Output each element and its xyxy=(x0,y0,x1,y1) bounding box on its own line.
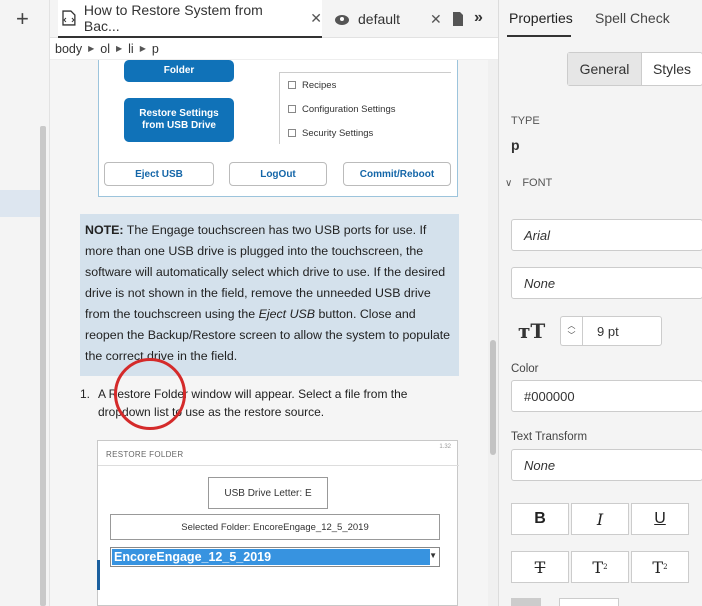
font-family-field[interactable]: Arial xyxy=(511,219,702,251)
embedded-screenshot-restore-folder[interactable]: RESTORE FOLDER 1.32 USB Drive Letter: E … xyxy=(97,440,459,606)
version-label: 1.32 xyxy=(439,444,451,450)
editor-canvas[interactable]: Folder Restore Settings from USB Drive R… xyxy=(50,60,488,606)
left-rail: + xyxy=(0,0,50,606)
color-field[interactable]: #000000 xyxy=(511,380,702,412)
chevron-down-icon[interactable]: ﹀ xyxy=(568,331,576,341)
checkbox-label: Recipes xyxy=(302,79,337,91)
tab-spell-check[interactable]: Spell Check xyxy=(595,10,670,26)
subscript-mark: 2 xyxy=(663,563,668,571)
note-label: NOTE: xyxy=(85,223,124,237)
breadcrumb-item[interactable]: body xyxy=(55,42,82,56)
properties-panel: Properties Spell Check General Styles TY… xyxy=(498,0,702,606)
chevron-up-icon[interactable]: ︿ xyxy=(568,321,576,331)
commit-reboot-button-image: Commit/Reboot xyxy=(343,162,451,186)
font-size-icon: ᴛT xyxy=(518,319,546,343)
checkbox-icon xyxy=(288,105,296,113)
segment-styles[interactable]: Styles xyxy=(642,53,702,85)
document-icon[interactable] xyxy=(452,11,464,27)
breadcrumb-item[interactable]: li xyxy=(128,42,134,56)
superscript-mark: 2 xyxy=(603,563,608,571)
checkbox-group-image: Recipes Configuration Settings Security … xyxy=(279,72,451,144)
underline-button[interactable]: U xyxy=(631,503,689,535)
segment-general[interactable]: General xyxy=(568,53,642,85)
cut-off-control[interactable] xyxy=(511,598,541,606)
checkbox-item: Recipes xyxy=(280,73,451,97)
gear-cube-icon xyxy=(335,15,349,25)
checkbox-label: Security Settings xyxy=(302,127,374,139)
logout-button-image: LogOut xyxy=(229,162,327,186)
tab-document[interactable]: How to Restore System from Bac... ✕ xyxy=(58,0,322,38)
tab-bar: How to Restore System from Bac... ✕ defa… xyxy=(50,0,498,38)
breadcrumb-item[interactable]: ol xyxy=(100,42,110,56)
tab-label: default xyxy=(358,11,401,27)
chevron-double-right-icon[interactable]: » xyxy=(474,9,483,27)
embedded-screenshot-backup[interactable]: Folder Restore Settings from USB Drive R… xyxy=(98,60,458,197)
restore-settings-button-image: Restore Settings from USB Drive xyxy=(124,98,234,142)
breadcrumb-item[interactable]: p xyxy=(152,42,159,56)
checkbox-icon xyxy=(288,81,296,89)
tab-default[interactable]: default ✕ xyxy=(334,0,444,38)
checkbox-item: Security Settings xyxy=(280,121,451,145)
text-transform-label: Text Transform xyxy=(511,431,588,443)
blue-edge-bar xyxy=(97,560,100,590)
chevron-down-icon: ▼ xyxy=(429,551,437,560)
cut-off-field[interactable] xyxy=(559,598,619,606)
superscript-glyph: T xyxy=(592,557,604,577)
note-italic: Eject USB xyxy=(258,307,316,321)
checkbox-icon xyxy=(288,129,296,137)
caret-right-icon: ▶ xyxy=(88,44,95,53)
type-label: TYPE xyxy=(511,115,540,127)
caret-right-icon: ▶ xyxy=(139,44,146,53)
usb-drive-letter-image: USB Drive Letter: E xyxy=(208,477,328,509)
annotation-circle xyxy=(114,358,186,430)
scrollbar-thumb[interactable] xyxy=(490,340,496,455)
dropdown-value: EncoreEngage_12_5_2019 xyxy=(112,549,430,565)
color-label: Color xyxy=(511,363,539,375)
dialog-title-image: RESTORE FOLDER xyxy=(106,450,184,459)
rail-selected-item[interactable] xyxy=(0,190,40,217)
font-style-field[interactable]: None xyxy=(511,267,702,299)
folder-dropdown-image: EncoreEngage_12_5_2019 ▼ xyxy=(110,547,440,567)
general-styles-toggle: General Styles xyxy=(567,52,702,86)
tab-properties[interactable]: Properties xyxy=(509,10,573,26)
bold-button[interactable]: B xyxy=(511,503,569,535)
checkbox-label: Configuration Settings xyxy=(302,103,396,115)
font-section-header[interactable]: ∨ FONT xyxy=(505,177,552,189)
editor-scrollbar[interactable] xyxy=(488,60,498,606)
breadcrumb: body ▶ ol ▶ li ▶ p xyxy=(50,38,498,60)
subscript-glyph: T xyxy=(652,557,664,577)
caret-right-icon: ▶ xyxy=(116,44,123,53)
type-value: p xyxy=(511,137,520,153)
note-paragraph[interactable]: NOTE: The Engage touchscreen has two USB… xyxy=(80,214,459,376)
superscript-button[interactable]: T2 xyxy=(571,551,629,583)
active-tab-indicator xyxy=(507,35,571,37)
text-transform-field[interactable]: None xyxy=(511,449,702,481)
document-icon xyxy=(62,10,76,26)
italic-button[interactable]: I xyxy=(571,503,629,535)
tab-label: How to Restore System from Bac... xyxy=(83,2,263,34)
chevron-down-icon: ∨ xyxy=(505,177,513,189)
eject-usb-button-image: Eject USB xyxy=(104,162,214,186)
panel-tabs: Properties Spell Check xyxy=(499,0,702,38)
app-root: + How to Restore System from Bac... ✕ de… xyxy=(0,0,702,606)
font-size-stepper[interactable]: ︿ ﹀ xyxy=(560,316,582,346)
checkbox-item: Configuration Settings xyxy=(280,97,451,121)
plus-icon[interactable]: + xyxy=(16,8,29,30)
strikethrough-button[interactable]: T xyxy=(511,551,569,583)
list-number: 1. xyxy=(80,387,91,401)
subscript-button[interactable]: T2 xyxy=(631,551,689,583)
close-icon[interactable]: ✕ xyxy=(310,10,322,27)
font-section-label: FONT xyxy=(522,177,553,189)
rail-scrollbar[interactable] xyxy=(40,126,46,606)
font-size-input[interactable]: 9 pt xyxy=(582,316,662,346)
close-icon[interactable]: ✕ xyxy=(430,11,442,28)
folder-button-image: Folder xyxy=(124,60,234,82)
selected-folder-image: Selected Folder: EncoreEngage_12_5_2019 xyxy=(110,514,440,540)
divider xyxy=(98,465,459,466)
